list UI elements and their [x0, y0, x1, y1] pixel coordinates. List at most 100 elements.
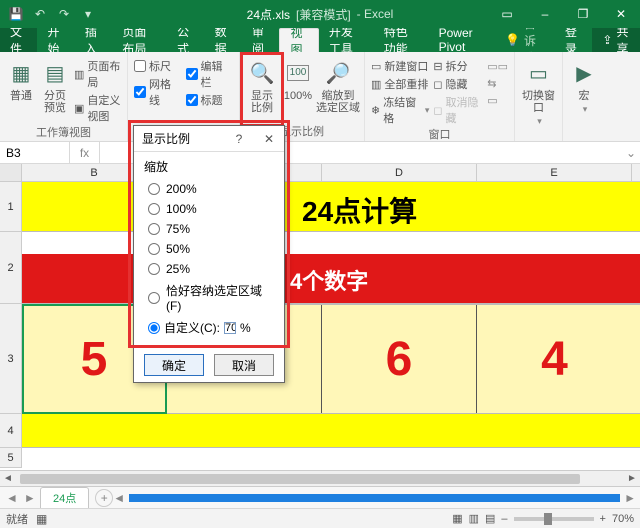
scroll-left-icon[interactable]: ◄	[0, 471, 16, 486]
tab-devtools[interactable]: 开发工具	[319, 28, 374, 52]
qat-more-icon[interactable]: ▾	[78, 4, 98, 24]
sheet-tab-1[interactable]: 24点	[40, 487, 89, 508]
chk-ruler[interactable]: 标尺	[134, 58, 182, 74]
select-all-corner[interactable]	[0, 164, 22, 181]
num-cell-3[interactable]: 6	[322, 305, 477, 413]
dialog-title: 显示比例	[142, 130, 190, 147]
maximize-button[interactable]: ❐	[564, 0, 602, 28]
undo-icon[interactable]: ↶	[30, 4, 50, 24]
zoom-opt-fit[interactable]: 恰好容纳选定区域(F)	[144, 279, 274, 316]
view-customview-button[interactable]: ▣ 自定义视图	[74, 92, 121, 124]
zoom-level[interactable]: 70%	[612, 513, 634, 525]
name-box[interactable]: B3	[0, 142, 70, 163]
view-pagebreak-button[interactable]: ▤分页 预览	[40, 56, 70, 124]
app-name: - Excel	[357, 7, 394, 21]
dialog-cancel-button[interactable]: 取消	[214, 354, 274, 376]
tab-review[interactable]: 审阅	[242, 28, 279, 52]
tab-layout[interactable]: 页面布局	[112, 28, 167, 52]
arrange-all-button[interactable]: ▥ 全部重排	[371, 76, 429, 92]
row-1[interactable]: 1	[0, 182, 22, 232]
tell-me[interactable]: 💡告诉我	[495, 28, 555, 52]
scroll-right-small[interactable]: ►	[624, 491, 636, 505]
group-macros: ▶宏	[563, 52, 603, 141]
compat-mode: [兼容模式]	[296, 6, 351, 23]
status-ready: 就绪	[6, 511, 28, 527]
window-title: 24点.xls [兼容模式] - Excel	[247, 6, 394, 23]
redo-icon[interactable]: ↷	[54, 4, 74, 24]
worksheet-grid[interactable]: 1 2 3 4 5 5 1 6 4 24点计算 4个数字	[0, 182, 640, 470]
zoom-custom-input[interactable]	[224, 322, 236, 334]
zoom-opt-75[interactable]: 75%	[144, 219, 274, 239]
macros-button[interactable]: ▶宏	[569, 56, 599, 115]
view-side-icon-1[interactable]: ▭▭	[487, 60, 508, 73]
tab-insert[interactable]: 插入	[75, 28, 112, 52]
sign-in[interactable]: 登录	[555, 28, 592, 52]
tab-home[interactable]: 开始	[37, 28, 74, 52]
share-button[interactable]: ⇪共享	[592, 28, 640, 52]
col-d[interactable]: D	[322, 164, 477, 181]
row4-band	[22, 414, 640, 448]
dialog-close-button[interactable]: ✕	[254, 126, 284, 152]
row-3[interactable]: 3	[0, 304, 22, 414]
zoom-to-selection-button[interactable]: 🔎缩放到 选定区域	[318, 56, 358, 114]
tab-formula[interactable]: 公式	[167, 28, 204, 52]
tab-data[interactable]: 数据	[205, 28, 242, 52]
view-side-icon-2[interactable]: ⇆	[487, 77, 508, 90]
view-normal-button[interactable]: ▦普通	[6, 56, 36, 124]
save-icon[interactable]: 💾	[6, 4, 26, 24]
ribbon-options-icon[interactable]: ▭	[488, 0, 526, 28]
zoom-group-label: 缩放	[144, 158, 274, 175]
tab-special[interactable]: 特色功能	[374, 28, 429, 52]
sheet-nav[interactable]: ◄►	[0, 491, 40, 505]
tab-powerpivot[interactable]: Power Pivot	[429, 28, 495, 52]
switch-window-button[interactable]: ▭切换窗口	[521, 56, 556, 127]
zoom-opt-200[interactable]: 200%	[144, 179, 274, 199]
view-pagebreak-icon[interactable]: ▤	[485, 512, 495, 525]
sheet-scrollbar[interactable]	[129, 494, 620, 502]
view-pagelayout-button[interactable]: ▥ 页面布局	[74, 58, 121, 90]
scroll-thumb[interactable]	[20, 474, 580, 484]
scroll-right-icon[interactable]: ►	[624, 471, 640, 486]
formula-expand-icon[interactable]: ⌄	[622, 146, 640, 160]
chk-headings[interactable]: 标题	[186, 92, 234, 108]
status-bar: 就绪 ▦ ▦ ▥ ▤ – + 70%	[0, 508, 640, 528]
dialog-ok-button[interactable]: 确定	[144, 354, 204, 376]
close-button[interactable]: ✕	[602, 0, 640, 28]
horizontal-scrollbar[interactable]: ◄ ►	[0, 470, 640, 486]
new-window-button[interactable]: ▭ 新建窗口	[371, 58, 429, 74]
zoom-opt-100[interactable]: 100%	[144, 199, 274, 219]
view-normal-icon[interactable]: ▦	[452, 512, 462, 525]
dialog-titlebar[interactable]: 显示比例 ? ✕	[134, 126, 284, 152]
zoom-slider[interactable]	[514, 517, 594, 521]
row-5[interactable]: 5	[0, 448, 22, 468]
zoom-out-button[interactable]: –	[501, 513, 507, 525]
row-4[interactable]: 4	[0, 414, 22, 448]
col-e[interactable]: E	[477, 164, 632, 181]
zoom-100-button[interactable]: 100100%	[282, 56, 314, 114]
split-button[interactable]: ⊟ 拆分	[433, 58, 483, 74]
group-window: ▭ 新建窗口 ▥ 全部重排 ❄ 冻结窗格 ⊟ 拆分 ◻ 隐藏 ◻ 取消隐藏 ▭▭…	[365, 52, 515, 141]
view-pagelayout-icon[interactable]: ▥	[469, 512, 479, 525]
zoom-opt-50[interactable]: 50%	[144, 239, 274, 259]
tab-file[interactable]: 文件	[0, 28, 37, 52]
chk-gridlines[interactable]: 网格线	[134, 76, 182, 108]
dialog-help-button[interactable]: ?	[224, 126, 254, 152]
chk-formulabar[interactable]: 编辑栏	[186, 58, 234, 90]
view-side-icon-3[interactable]: ▭	[487, 94, 508, 107]
freeze-panes-button[interactable]: ❄ 冻结窗格	[371, 94, 429, 126]
zoom-opt-custom[interactable]: 自定义(C): %	[144, 316, 274, 339]
tab-view[interactable]: 视图	[279, 28, 318, 52]
zoom-opt-25[interactable]: 25%	[144, 259, 274, 279]
minimize-button[interactable]: –	[526, 0, 564, 28]
zoom-button[interactable]: 🔍显示比例	[246, 56, 278, 114]
group-workbook-views: ▦普通 ▤分页 预览 ▥ 页面布局 ▣ 自定义视图 工作簿视图	[0, 52, 128, 141]
add-sheet-button[interactable]: +	[95, 489, 113, 507]
ribbon-tabs: 文件 开始 插入 页面布局 公式 数据 审阅 视图 开发工具 特色功能 Powe…	[0, 28, 640, 52]
sheet-subtitle: 4个数字	[290, 264, 368, 296]
scroll-left-small[interactable]: ◄	[113, 491, 125, 505]
row-2[interactable]: 2	[0, 232, 22, 304]
fx-button[interactable]: fx	[70, 142, 100, 163]
num-cell-4[interactable]: 4	[477, 305, 632, 413]
zoom-in-button[interactable]: +	[600, 513, 606, 525]
hide-button[interactable]: ◻ 隐藏	[433, 76, 483, 92]
